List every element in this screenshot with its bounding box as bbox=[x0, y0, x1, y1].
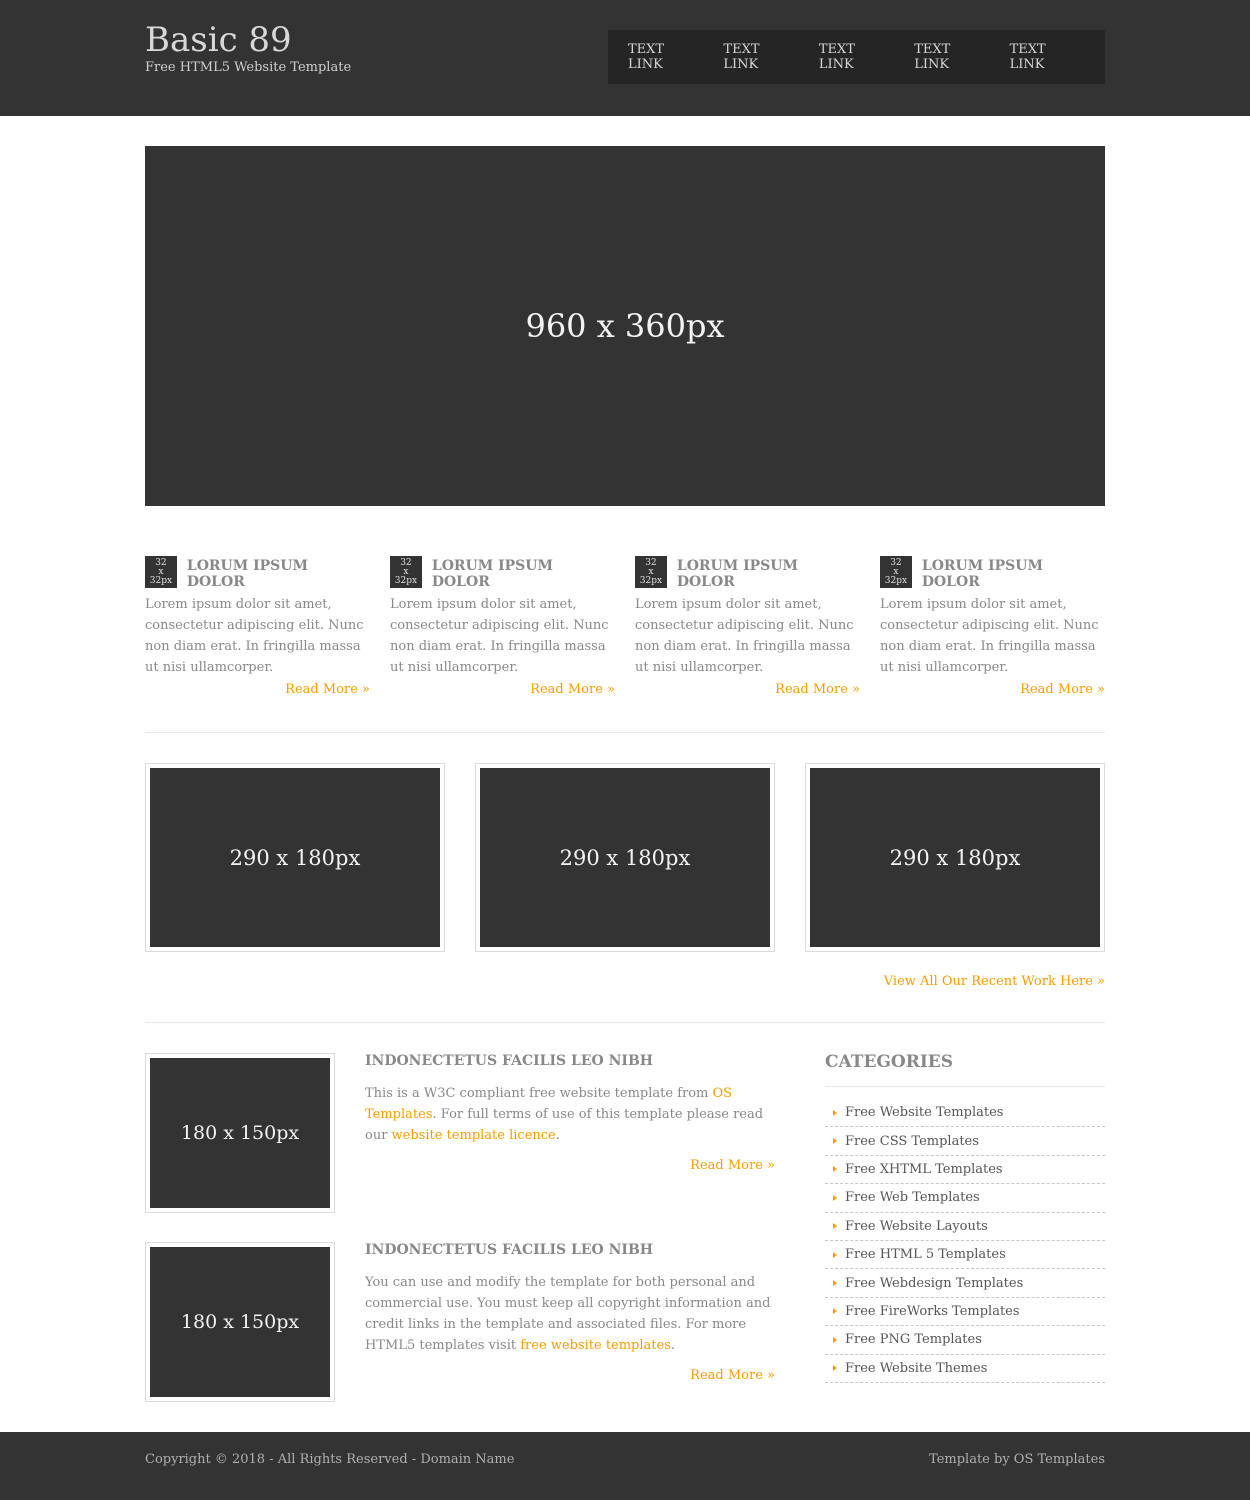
arrow-bullet-icon bbox=[833, 1223, 837, 1230]
category-link[interactable]: Free FireWorks Templates bbox=[845, 1304, 1020, 1319]
category-item: Free Web Templates bbox=[825, 1184, 1105, 1213]
section-divider bbox=[145, 1022, 1105, 1023]
free-website-templates-link[interactable]: free website templates bbox=[520, 1338, 671, 1353]
service-icon: 32 x 32px bbox=[635, 556, 667, 588]
service-title: LORUM IPSUM DOLOR bbox=[676, 558, 798, 590]
category-item: Free XHTML Templates bbox=[825, 1156, 1105, 1185]
category-item: Free Website Templates bbox=[825, 1099, 1105, 1128]
logo[interactable]: Basic 89 Free HTML5 Website Template bbox=[145, 20, 351, 76]
category-link[interactable]: Free PNG Templates bbox=[845, 1332, 982, 1347]
gallery-placeholder-label: 290 x 180px bbox=[559, 845, 691, 870]
category-item: Free Website Layouts bbox=[825, 1213, 1105, 1241]
article-thumbnail[interactable]: 180 x 150px bbox=[145, 1053, 335, 1213]
article-read-more-link[interactable]: Read More » bbox=[690, 1158, 775, 1173]
template-credit[interactable]: Template by OS Templates bbox=[929, 1452, 1105, 1467]
licence-link[interactable]: website template licence bbox=[392, 1128, 556, 1143]
service-icon: 32 x 32px bbox=[390, 556, 422, 588]
category-link[interactable]: Free Website Themes bbox=[845, 1361, 987, 1376]
arrow-bullet-icon bbox=[833, 1194, 837, 1201]
article-thumbnail[interactable]: 180 x 150px bbox=[145, 1242, 335, 1402]
thumbnail-placeholder-label: 180 x 150px bbox=[180, 1311, 300, 1333]
arrow-bullet-icon bbox=[833, 1166, 837, 1173]
category-item: Free CSS Templates bbox=[825, 1127, 1105, 1156]
service-block: 32 x 32px LORUM IPSUM DOLOR Lorem ipsum do… bbox=[390, 556, 615, 697]
arrow-bullet-icon bbox=[833, 1138, 837, 1145]
service-text: Lorem ipsum dolor sit amet, consectetur … bbox=[635, 597, 854, 675]
service-text: Lorem ipsum dolor sit amet, consectetur … bbox=[145, 597, 364, 675]
service-text: Lorem ipsum dolor sit amet, consectetur … bbox=[390, 597, 609, 675]
site-footer: Copyright © 2018 - All Rights Reserved -… bbox=[0, 1432, 1250, 1500]
service-read-more-link[interactable]: Read More » bbox=[1020, 682, 1105, 697]
copyright-text: Copyright © 2018 - All Rights Reserved -… bbox=[145, 1452, 515, 1467]
arrow-bullet-icon bbox=[833, 1336, 837, 1343]
category-link[interactable]: Free XHTML Templates bbox=[845, 1162, 1003, 1177]
thumbnail-placeholder-label: 180 x 150px bbox=[180, 1122, 300, 1144]
service-block: 32 x 32px LORUM IPSUM DOLOR Lorem ipsum do… bbox=[880, 556, 1105, 697]
article-title: INDONECTETUS FACILIS LEO NIBH bbox=[365, 1053, 654, 1069]
article-text: This is a W3C compliant free website tem… bbox=[365, 1086, 764, 1143]
site-header: Basic 89 Free HTML5 Website Template TEX… bbox=[0, 0, 1250, 116]
service-icon: 32 x 32px bbox=[145, 556, 177, 588]
nav-link-4[interactable]: TEXT LINK bbox=[914, 42, 981, 72]
nav-link-2[interactable]: TEXT LINK bbox=[723, 42, 790, 72]
top-navigation: TEXT LINK TEXT LINK TEXT LINK TEXT LINK … bbox=[608, 30, 1105, 84]
service-title: LORUM IPSUM DOLOR bbox=[186, 558, 308, 590]
arrow-bullet-icon bbox=[833, 1280, 837, 1287]
hero-image-placeholder: 960 x 360px bbox=[145, 146, 1105, 506]
section-divider bbox=[145, 732, 1105, 733]
gallery-placeholder-label: 290 x 180px bbox=[229, 845, 361, 870]
hero-placeholder-label: 960 x 360px bbox=[525, 307, 725, 345]
nav-link-3[interactable]: TEXT LINK bbox=[819, 42, 886, 72]
service-read-more-link[interactable]: Read More » bbox=[775, 682, 860, 697]
service-read-more-link[interactable]: Read More » bbox=[285, 682, 370, 697]
category-link[interactable]: Free Website Layouts bbox=[845, 1219, 988, 1234]
article-title: INDONECTETUS FACILIS LEO NIBH bbox=[365, 1242, 654, 1258]
arrow-bullet-icon bbox=[833, 1109, 837, 1116]
category-item: Free PNG Templates bbox=[825, 1326, 1105, 1355]
service-read-more-link[interactable]: Read More » bbox=[530, 682, 615, 697]
category-link[interactable]: Free HTML 5 Templates bbox=[845, 1247, 1006, 1262]
service-icon: 32 x 32px bbox=[880, 556, 912, 588]
category-item: Free FireWorks Templates bbox=[825, 1298, 1105, 1327]
gallery-placeholder-label: 290 x 180px bbox=[889, 845, 1021, 870]
category-item: Free Website Themes bbox=[825, 1355, 1105, 1383]
category-list: Free Website Templates Free CSS Template… bbox=[825, 1099, 1105, 1383]
nav-link-1[interactable]: TEXT LINK bbox=[628, 42, 695, 72]
site-title[interactable]: Basic 89 bbox=[145, 20, 351, 60]
article-text: You can use and modify the template for … bbox=[365, 1275, 771, 1353]
service-title: LORUM IPSUM DOLOR bbox=[921, 558, 1043, 590]
service-text: Lorem ipsum dolor sit amet, consectetur … bbox=[880, 597, 1099, 675]
nav-link-5[interactable]: TEXT LINK bbox=[1010, 42, 1077, 72]
categories-title: CATEGORIES bbox=[825, 1052, 1105, 1087]
view-all-work-link[interactable]: View All Our Recent Work Here » bbox=[884, 974, 1105, 989]
article-read-more-link[interactable]: Read More » bbox=[690, 1368, 775, 1383]
gallery-item[interactable]: 290 x 180px bbox=[475, 763, 775, 952]
gallery-item[interactable]: 290 x 180px bbox=[145, 763, 445, 952]
category-link[interactable]: Free Web Templates bbox=[845, 1190, 980, 1205]
category-item: Free Webdesign Templates bbox=[825, 1269, 1105, 1298]
category-link[interactable]: Free Webdesign Templates bbox=[845, 1276, 1023, 1291]
category-link[interactable]: Free Website Templates bbox=[845, 1105, 1003, 1120]
category-item: Free HTML 5 Templates bbox=[825, 1241, 1105, 1270]
service-title: LORUM IPSUM DOLOR bbox=[431, 558, 553, 590]
service-block: 32 x 32px LORUM IPSUM DOLOR Lorem ipsum do… bbox=[145, 556, 370, 697]
arrow-bullet-icon bbox=[833, 1365, 837, 1372]
category-link[interactable]: Free CSS Templates bbox=[845, 1134, 979, 1149]
sidebar: CATEGORIES Free Website Templates Free C… bbox=[825, 1052, 1105, 1383]
gallery-item[interactable]: 290 x 180px bbox=[805, 763, 1105, 952]
service-block: 32 x 32px LORUM IPSUM DOLOR Lorem ipsum do… bbox=[635, 556, 860, 697]
arrow-bullet-icon bbox=[833, 1251, 837, 1258]
site-tagline: Free HTML5 Website Template bbox=[145, 60, 352, 75]
arrow-bullet-icon bbox=[833, 1308, 837, 1315]
